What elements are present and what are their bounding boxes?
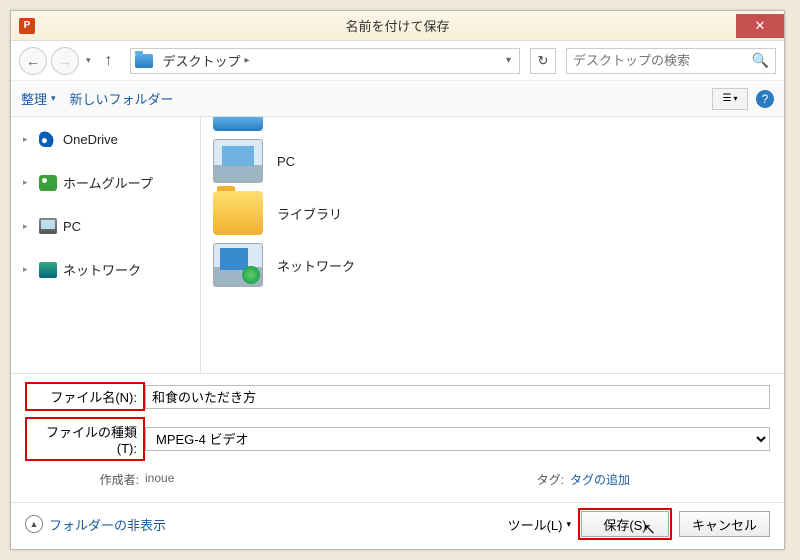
footer: ▲ フォルダーの非表示 ツール(L) ▾ 保存(S) ↖ キャンセル xyxy=(11,502,784,549)
hide-folders-label: フォルダーの非表示 xyxy=(49,515,166,534)
view-options-button[interactable]: ☰▾ xyxy=(712,88,748,110)
tag-label: タグ: xyxy=(450,471,570,488)
save-as-dialog: P 名前を付けて保存 ✕ ← → ▾ ↑ デスクトップ ▸ ▾ ↻ 🔍 整理▾ … xyxy=(10,10,785,550)
filetype-label: ファイルの種類(T): xyxy=(25,417,145,461)
help-icon: ? xyxy=(762,92,769,106)
list-item-partial[interactable] xyxy=(213,117,772,131)
new-folder-button[interactable]: 新しいフォルダー xyxy=(70,89,174,108)
filename-input[interactable] xyxy=(145,385,770,409)
pc-icon xyxy=(39,218,57,234)
chevron-down-icon: ▾ xyxy=(566,519,571,530)
search-box[interactable]: 🔍 xyxy=(566,48,776,74)
network-icon xyxy=(39,262,57,278)
address-bar[interactable]: デスクトップ ▸ ▾ xyxy=(130,48,520,74)
address-dropdown-icon[interactable]: ▾ xyxy=(502,55,515,66)
organize-menu[interactable]: 整理▾ xyxy=(21,89,56,108)
chevron-right-icon[interactable]: ▸ xyxy=(23,221,33,232)
onedrive-icon xyxy=(39,131,57,147)
list-item-label: ネットワーク xyxy=(277,256,355,275)
sidebar-item-pc[interactable]: ▸ PC xyxy=(23,212,200,240)
pc-icon xyxy=(213,139,263,183)
forward-button[interactable]: → xyxy=(51,47,79,75)
chevron-right-icon[interactable]: ▸ xyxy=(23,134,33,145)
toolbar: 整理▾ 新しいフォルダー ☰▾ ? xyxy=(11,81,784,117)
tag-add-link[interactable]: タグの追加 xyxy=(570,471,630,488)
arrow-left-icon: ← xyxy=(26,53,40,69)
cancel-button[interactable]: キャンセル xyxy=(679,511,770,537)
chevron-up-icon: ▲ xyxy=(25,515,43,533)
sidebar-item-label: OneDrive xyxy=(63,132,118,147)
body: ▸ OneDrive ▸ ホームグループ ▸ PC ▸ ネットワーク xyxy=(11,117,784,373)
sidebar-item-label: PC xyxy=(63,219,81,234)
help-button[interactable]: ? xyxy=(756,90,774,108)
filetype-select[interactable]: MPEG-4 ビデオ xyxy=(145,427,770,451)
navigation-bar: ← → ▾ ↑ デスクトップ ▸ ▾ ↻ 🔍 xyxy=(11,41,784,81)
up-button[interactable]: ↑ xyxy=(98,50,120,72)
homegroup-icon xyxy=(39,175,57,191)
sidebar-item-homegroup[interactable]: ▸ ホームグループ xyxy=(23,167,200,198)
file-list[interactable]: PC ライブラリ ネットワーク xyxy=(201,117,784,373)
path-segment[interactable]: デスクトップ xyxy=(159,51,245,70)
filename-label: ファイル名(N): xyxy=(25,382,145,411)
libraries-icon xyxy=(213,191,263,235)
chevron-right-icon[interactable]: ▸ xyxy=(23,177,33,188)
refresh-icon: ↻ xyxy=(538,53,549,69)
sidebar-item-onedrive[interactable]: ▸ OneDrive xyxy=(23,125,200,153)
network-icon xyxy=(213,243,263,287)
form-area: ファイル名(N): ファイルの種類(T): MPEG-4 ビデオ 作成者: in… xyxy=(11,373,784,502)
search-input[interactable] xyxy=(573,53,752,68)
chevron-right-icon[interactable]: ▸ xyxy=(23,264,33,275)
navigation-pane: ▸ OneDrive ▸ ホームグループ ▸ PC ▸ ネットワーク xyxy=(11,117,201,373)
list-item[interactable]: ネットワーク xyxy=(213,239,772,291)
list-item[interactable]: ライブラリ xyxy=(213,187,772,239)
list-item-label: PC xyxy=(277,154,295,169)
arrow-up-icon: ↑ xyxy=(105,52,113,70)
author-value[interactable]: inoue xyxy=(145,471,174,488)
sidebar-item-label: ネットワーク xyxy=(63,260,141,279)
sidebar-item-network[interactable]: ▸ ネットワーク xyxy=(23,254,200,285)
list-item-label: ライブラリ xyxy=(277,204,342,223)
refresh-button[interactable]: ↻ xyxy=(530,48,556,74)
back-button[interactable]: ← xyxy=(19,47,47,75)
recent-locations-dropdown[interactable]: ▾ xyxy=(83,55,94,66)
author-label: 作成者: xyxy=(25,471,145,488)
search-icon: 🔍 xyxy=(752,52,769,69)
dialog-title: 名前を付けて保存 xyxy=(11,16,784,35)
view-icon: ☰ xyxy=(723,93,732,104)
sidebar-item-label: ホームグループ xyxy=(63,173,153,192)
folder-icon xyxy=(135,54,153,68)
chevron-down-icon: ▾ xyxy=(733,94,737,103)
chevron-down-icon: ▾ xyxy=(51,93,56,104)
save-button[interactable]: 保存(S) ↖ xyxy=(581,511,669,537)
arrow-right-icon: → xyxy=(58,53,72,69)
tools-menu[interactable]: ツール(L) ▾ xyxy=(508,515,571,534)
hide-folders-button[interactable]: ▲ フォルダーの非表示 xyxy=(25,515,166,534)
chevron-right-icon[interactable]: ▸ xyxy=(245,55,250,66)
list-item[interactable]: PC xyxy=(213,135,772,187)
titlebar: P 名前を付けて保存 ✕ xyxy=(11,11,784,41)
